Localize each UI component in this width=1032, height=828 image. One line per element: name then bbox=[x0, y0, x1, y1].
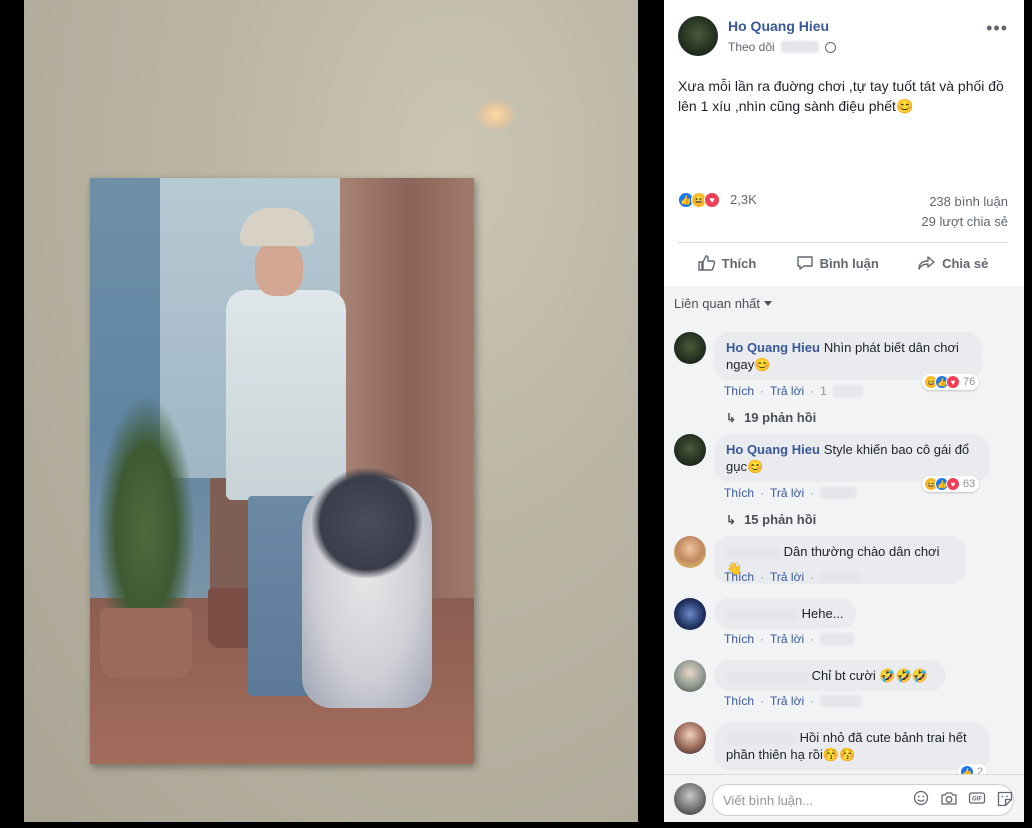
commenter-avatar[interactable] bbox=[674, 332, 706, 364]
thumbs-up-icon bbox=[697, 255, 715, 271]
commenter-avatar[interactable] bbox=[674, 598, 706, 630]
comment-actions: Thích · Trả lời · bbox=[724, 570, 861, 584]
like-reaction-icon: 👍 bbox=[960, 765, 974, 774]
post-photo bbox=[90, 178, 474, 764]
commenter-avatar[interactable] bbox=[674, 722, 706, 754]
comment-composer: Viết bình luận... GIF bbox=[664, 774, 1024, 822]
blurred-commenter-name[interactable] bbox=[726, 546, 780, 559]
love-reaction-icon: ♥ bbox=[946, 477, 960, 491]
follow-link[interactable]: Theo dõi bbox=[728, 40, 775, 54]
light-reflection bbox=[476, 100, 516, 130]
comment-reply-link[interactable]: Trả lời bbox=[770, 384, 804, 398]
blurred-commenter-name[interactable] bbox=[726, 732, 796, 745]
commenter-name[interactable]: Ho Quang Hieu bbox=[726, 340, 820, 355]
comment-time[interactable]: 1 bbox=[820, 384, 827, 398]
comment-count[interactable]: 238 bình luận bbox=[929, 194, 1008, 209]
reactions-summary: 👍 😆 ♥ 2,3K 238 bình luận 29 lượt chia sẻ bbox=[678, 190, 1008, 236]
love-reaction-icon: ♥ bbox=[704, 192, 720, 208]
blurred-timestamp bbox=[820, 487, 857, 499]
comment-reactions[interactable]: 😆 👍 ♥ 76 bbox=[922, 374, 980, 390]
comment-reaction-count: 76 bbox=[963, 376, 976, 388]
svg-text:GIF: GIF bbox=[972, 797, 982, 803]
comment-actions: Thích · Trả lời · bbox=[724, 632, 855, 646]
comment-like-link[interactable]: Thích bbox=[724, 384, 754, 398]
comment-like-link[interactable]: Thích bbox=[724, 694, 754, 708]
view-replies-link[interactable]: ↳ 19 phản hồi bbox=[726, 410, 816, 425]
comment-bubble: Ho Quang Hieu Nhìn phát biết dân chơi nga… bbox=[714, 332, 982, 380]
author-avatar[interactable] bbox=[678, 16, 718, 56]
share-count[interactable]: 29 lượt chia sẻ bbox=[921, 214, 1008, 229]
comment-like-link[interactable]: Thích bbox=[724, 632, 754, 646]
comment-reply-link[interactable]: Trả lời bbox=[770, 632, 804, 646]
share-label: Chia sẻ bbox=[942, 255, 989, 271]
speech-bubble-icon bbox=[796, 256, 813, 270]
globe-icon bbox=[824, 41, 836, 53]
comment-reply-link[interactable]: Trả lời bbox=[770, 486, 804, 500]
comment-label: Bình luận bbox=[819, 255, 879, 271]
share-button[interactable]: Chia sẻ bbox=[918, 255, 988, 271]
like-button[interactable]: Thích bbox=[697, 255, 757, 271]
sort-label: Liên quan nhất bbox=[674, 296, 761, 311]
comment-reply-link[interactable]: Trả lời bbox=[770, 694, 804, 708]
commenter-avatar[interactable] bbox=[674, 434, 706, 466]
blurred-timestamp bbox=[820, 695, 863, 707]
blurred-timestamp bbox=[780, 41, 819, 53]
reaction-count[interactable]: 2,3K bbox=[730, 192, 757, 207]
comment-reply-link[interactable]: Trả lời bbox=[770, 570, 804, 584]
post-header: Ho Quang Hieu Theo dõi ••• bbox=[678, 14, 1008, 60]
love-reaction-icon: ♥ bbox=[946, 375, 960, 389]
post-text: Xưa mỗi lần ra đuờng chơi ,tự tay tuốt t… bbox=[678, 78, 1004, 114]
blurred-commenter-name[interactable] bbox=[726, 608, 798, 621]
author-name[interactable]: Ho Quang Hieu bbox=[728, 18, 829, 34]
comment-text: Hehe... bbox=[801, 606, 844, 621]
comment-reactions[interactable]: 👍 2 bbox=[958, 764, 988, 774]
reaction-icons[interactable]: 👍 😆 ♥ bbox=[678, 192, 720, 208]
blurred-commenter-name[interactable] bbox=[726, 670, 808, 683]
post-actions: Thích Bình luận Chia sẻ bbox=[678, 246, 1008, 280]
comment-text: Chỉ bt cười 🤣🤣🤣 bbox=[811, 668, 928, 683]
commenter-name[interactable]: Ho Quang Hieu bbox=[726, 442, 820, 457]
reply-arrow-icon: ↳ bbox=[726, 410, 737, 425]
commenter-avatar[interactable] bbox=[674, 660, 706, 692]
commenter-avatar[interactable] bbox=[674, 536, 706, 568]
camera-icon[interactable] bbox=[940, 790, 958, 806]
like-label: Thích bbox=[721, 255, 757, 271]
more-options-icon[interactable]: ••• bbox=[986, 18, 1008, 39]
blurred-timestamp bbox=[820, 571, 861, 583]
replies-count: 15 phản hồi bbox=[744, 512, 817, 527]
comment-button[interactable]: Bình luận bbox=[796, 255, 879, 271]
comment-bubble: Hehe... bbox=[714, 598, 856, 629]
replies-count: 19 phản hồi bbox=[744, 410, 817, 425]
comment-reactions[interactable]: 😆 👍 ♥ 63 bbox=[922, 476, 980, 492]
comment-bubble: Hồi nhỏ đã cute bảnh trai hết phần thiên… bbox=[714, 722, 990, 770]
share-arrow-icon bbox=[918, 256, 935, 270]
comment-like-link[interactable]: Thích bbox=[724, 570, 754, 584]
smiley-icon[interactable] bbox=[912, 790, 930, 806]
post-side-panel: Ho Quang Hieu Theo dõi ••• Xưa mỗi lần r… bbox=[664, 0, 1024, 822]
comment-actions: Thích · Trả lời · bbox=[724, 694, 863, 708]
photo-viewer[interactable] bbox=[0, 0, 660, 828]
comment-reaction-count: 63 bbox=[963, 478, 976, 490]
divider bbox=[678, 242, 1008, 243]
gif-icon[interactable]: GIF bbox=[968, 790, 986, 806]
comments-list[interactable]: Liên quan nhất Ho Quang Hieu Nhìn phát bi… bbox=[664, 286, 1024, 774]
blurred-timestamp bbox=[820, 633, 855, 645]
comment-sort-dropdown[interactable]: Liên quan nhất bbox=[674, 296, 773, 311]
composer-tools: GIF bbox=[912, 790, 1014, 806]
caret-down-icon bbox=[764, 301, 773, 306]
comment-actions: Thích · Trả lời · 1 bbox=[724, 384, 863, 398]
reply-arrow-icon: ↳ bbox=[726, 512, 737, 527]
post-meta: Theo dõi bbox=[728, 40, 836, 54]
comment-like-link[interactable]: Thích bbox=[724, 486, 754, 500]
blurred-timestamp bbox=[832, 385, 863, 397]
comment-bubble: Chỉ bt cười 🤣🤣🤣 bbox=[714, 660, 946, 691]
comment-bubble: Ho Quang Hieu Style khiến bao cô gái đổ g… bbox=[714, 434, 990, 482]
comment-reaction-count: 2 bbox=[977, 766, 984, 774]
sticker-icon[interactable] bbox=[996, 790, 1014, 806]
window-edge bbox=[1024, 0, 1032, 828]
comment-actions: Thích · Trả lời · bbox=[724, 486, 857, 500]
view-replies-link[interactable]: ↳ 15 phản hồi bbox=[726, 512, 816, 527]
user-avatar bbox=[674, 783, 706, 815]
